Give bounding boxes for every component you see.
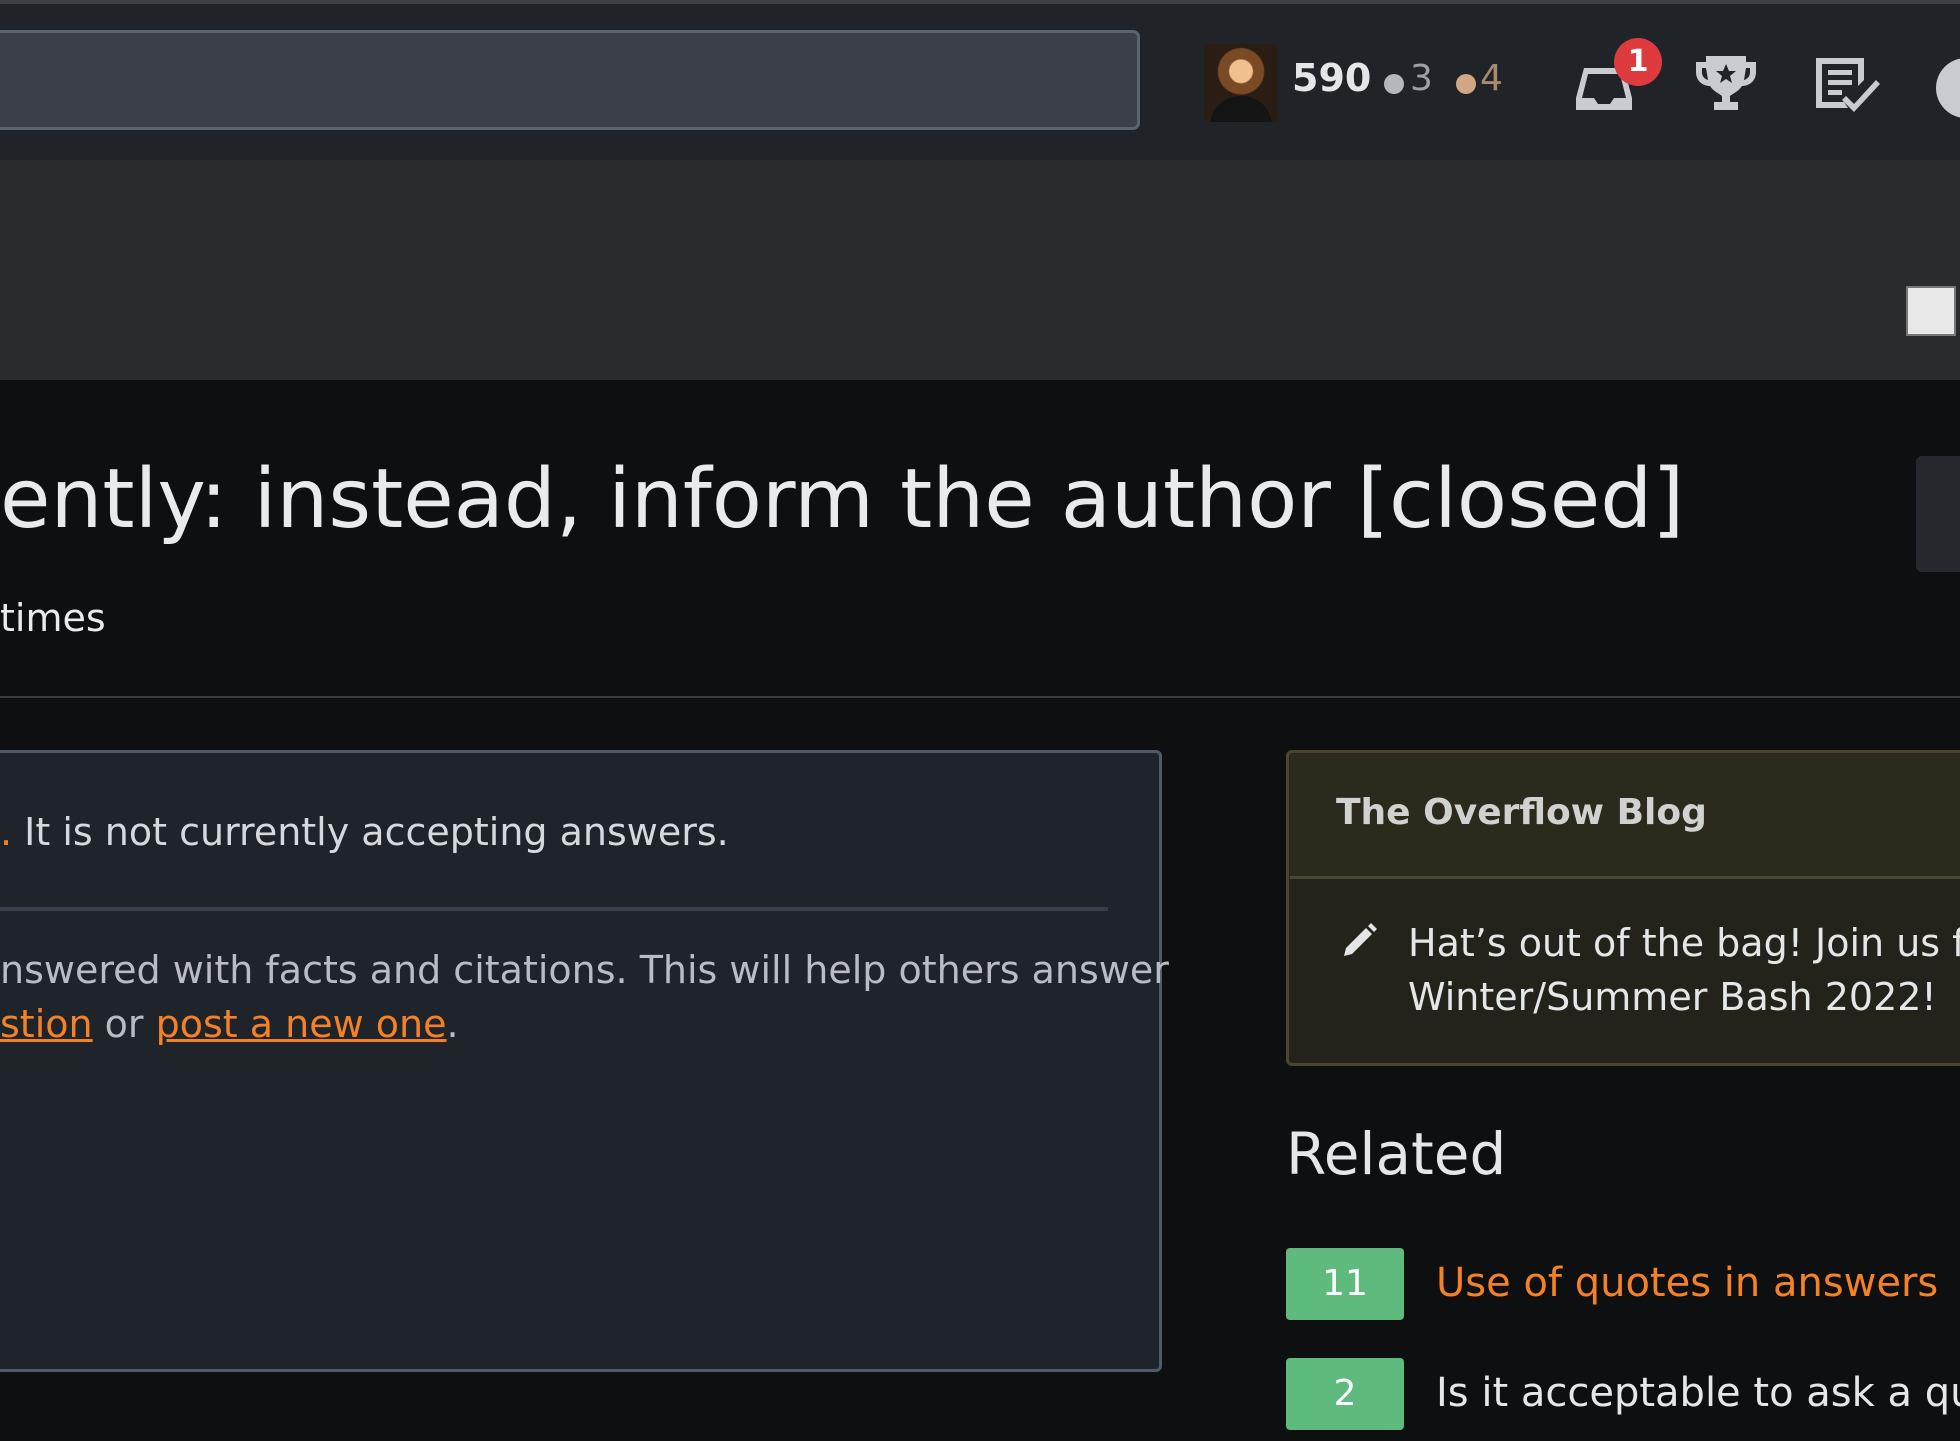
notice-period: . [446,1002,459,1046]
notice-status: . It is not currently accepting answers. [0,810,729,854]
blog-divider [1290,876,1960,879]
viewed-count: times [0,596,106,640]
blog-item-line2[interactable]: Winter/Summer Bash 2022! [1408,970,1960,1024]
notice-or: or [92,1002,156,1046]
header-divider [0,696,1960,698]
trophy-icon[interactable] [1690,50,1762,116]
notice-status-text: It is not currently accepting answers. [12,810,729,854]
bronze-badge-count: 4 [1480,58,1503,99]
related-link[interactable]: Is it acceptable to ask a quest [1436,1370,1960,1416]
post-new-link[interactable]: post a new one [156,1002,447,1046]
related-link[interactable]: Use of quotes in answers [1436,1260,1938,1306]
blog-item-link[interactable]: Hat’s out of the bag! Join us fo Winter/S… [1408,916,1960,1024]
subheader-band [0,160,1960,380]
search-input[interactable] [0,30,1140,130]
inbox-count-badge[interactable]: 1 [1614,38,1662,86]
reputation-count[interactable]: 590 [1292,56,1371,100]
avatar[interactable] [1204,44,1278,122]
silver-badge-count: 3 [1410,58,1433,99]
edit-question-link[interactable]: stion [0,1002,93,1046]
ask-question-button[interactable] [1916,456,1960,572]
silver-badge-icon [1384,74,1404,94]
related-score: 11 [1286,1248,1404,1320]
bronze-badge-icon [1456,74,1476,94]
notice-guidance: nswered with facts and citations. This w… [0,948,1169,992]
notice-divider [0,907,1108,911]
question-title[interactable]: ently: instead, inform the author [close… [0,452,1684,547]
avatar-shoulders [1210,96,1272,122]
notice-actions: stion or post a new one. [0,1002,459,1046]
extension-icon[interactable] [1906,286,1956,336]
blog-title: The Overflow Blog [1336,792,1707,833]
blog-item-line1[interactable]: Hat’s out of the bag! Join us fo [1408,916,1960,970]
related-heading: Related [1286,1120,1507,1188]
review-queue-icon[interactable] [1810,50,1882,116]
pencil-icon [1344,923,1377,956]
notice-link[interactable]: . [0,810,12,854]
related-score: 2 [1286,1358,1404,1430]
